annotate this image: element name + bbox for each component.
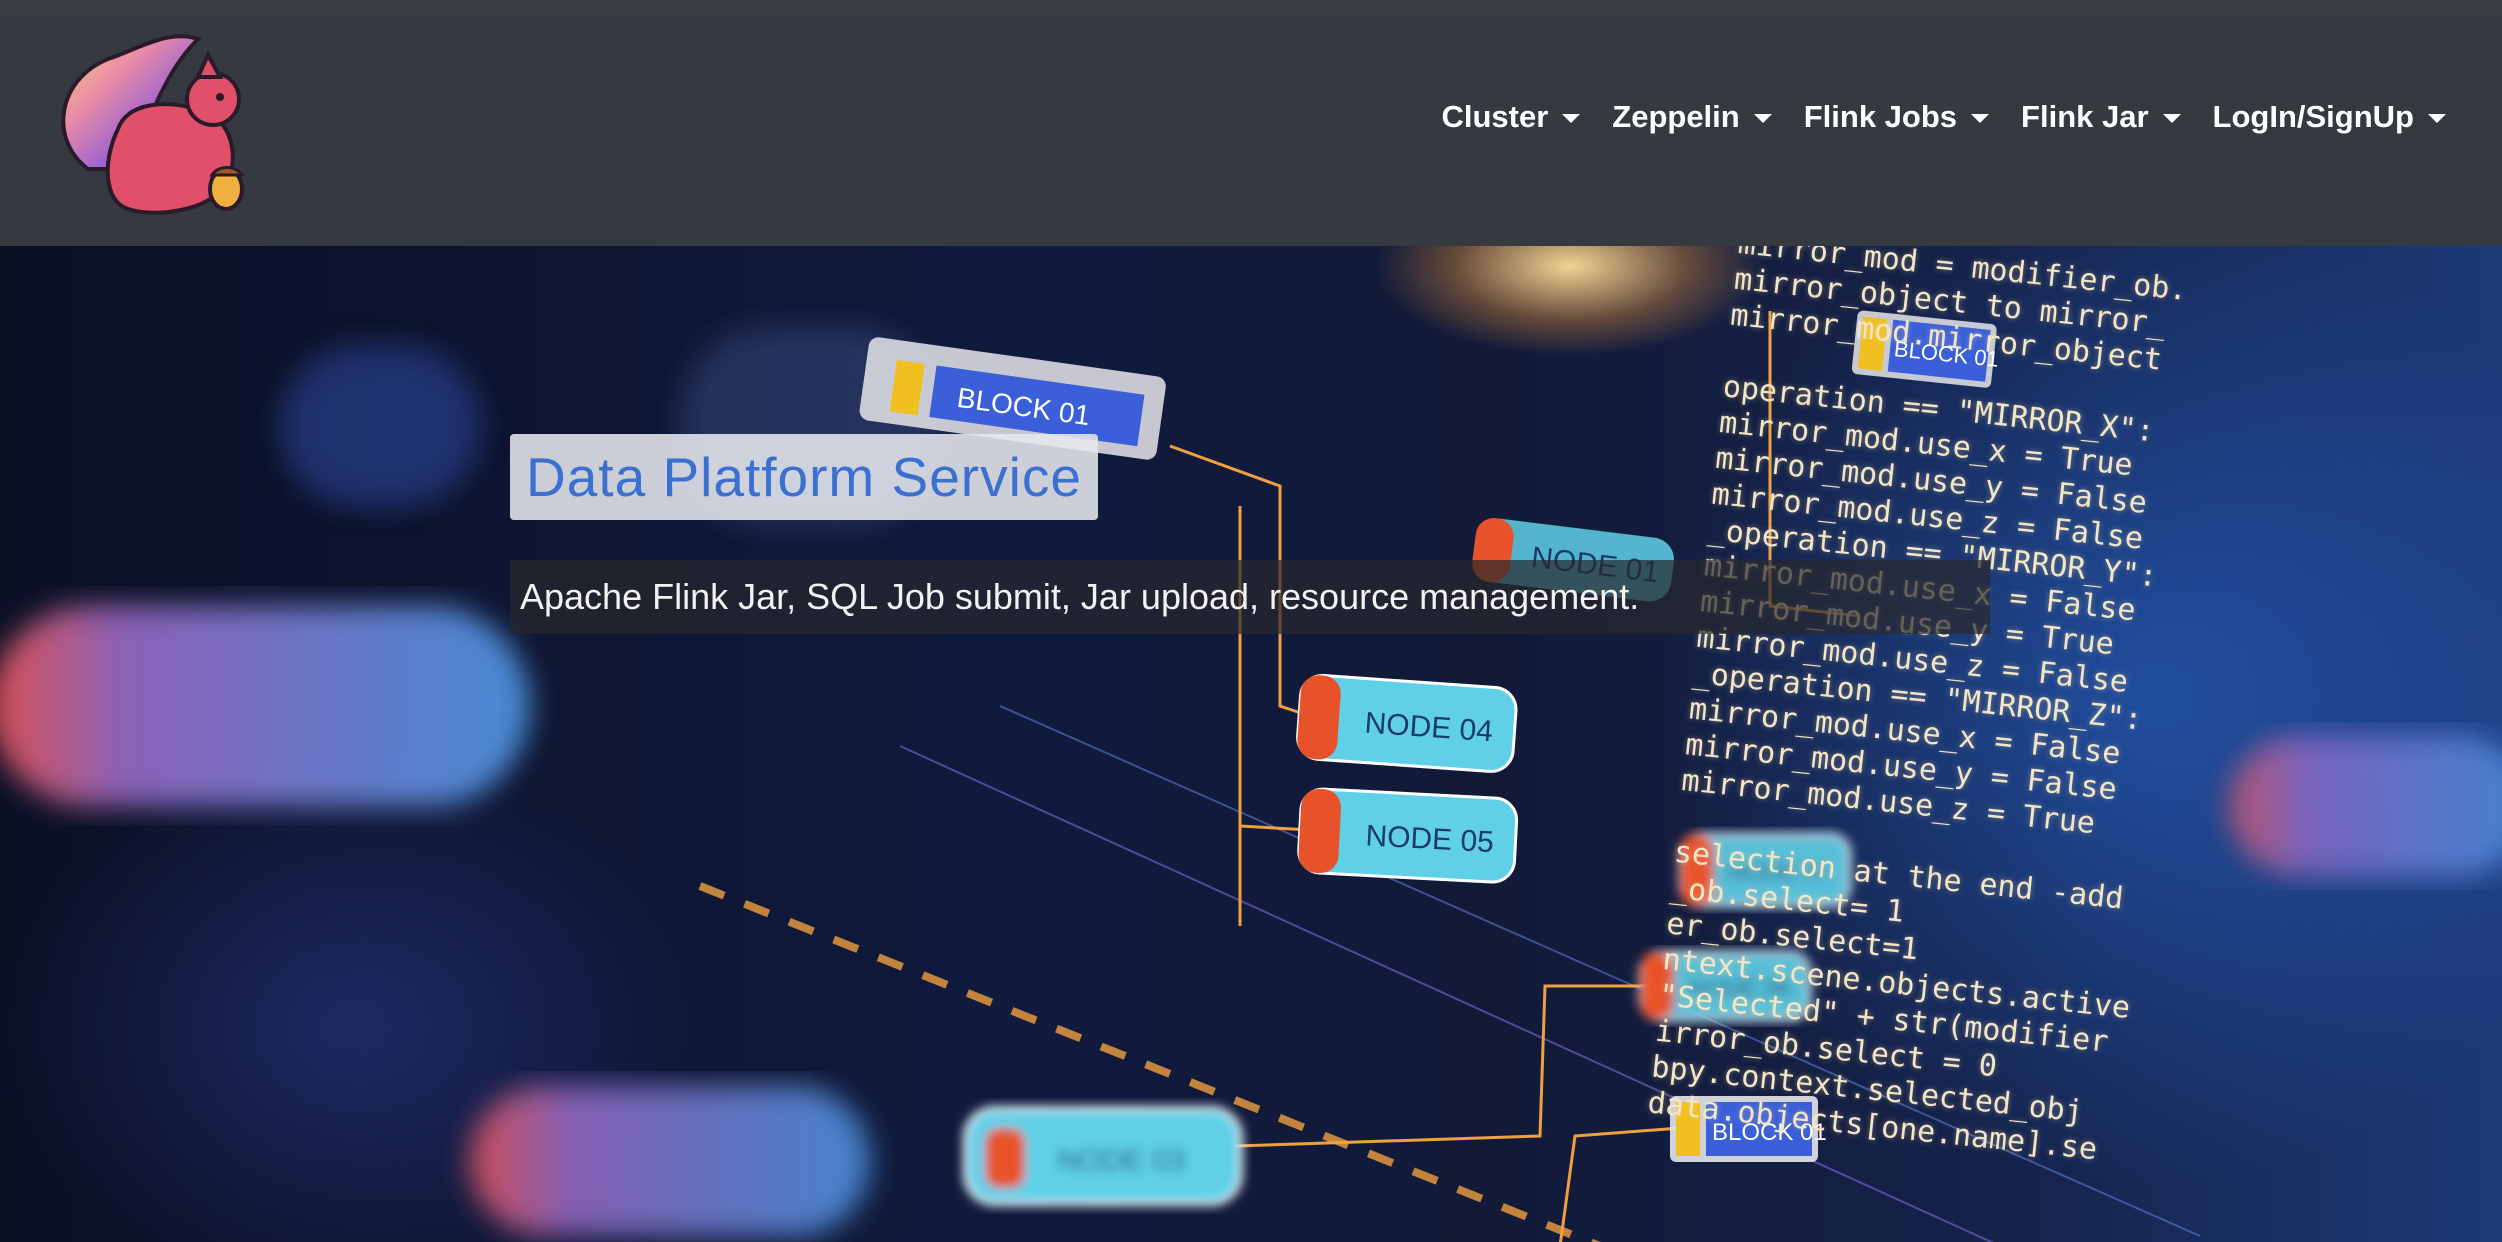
brand-logo[interactable] xyxy=(48,19,258,229)
nav-flink-jobs-label: Flink Jobs xyxy=(1803,99,1958,134)
flink-squirrel-icon xyxy=(61,34,245,215)
blurred-pill-bottom xyxy=(470,1086,870,1236)
nav-flink-jar-label: Flink Jar xyxy=(2021,99,2149,134)
browser-top-strip xyxy=(0,0,2502,18)
svg-text:NODE 05: NODE 05 xyxy=(1365,819,1495,859)
hero-subtitle: Apache Flink Jar, SQL Job submit, Jar up… xyxy=(510,560,1990,634)
nav-cluster-label: Cluster xyxy=(1441,99,1549,134)
hero-banner: BLOCK 01 NODE 01 NODE 04 NODE 05 NODE 03… xyxy=(0,246,2502,1242)
chevron-down-icon xyxy=(1971,113,1990,123)
nav-flink-jobs-dropdown[interactable]: Flink Jobs xyxy=(1788,99,2005,135)
chevron-down-icon xyxy=(2428,113,2446,123)
node-pill-node-03: NODE 03 xyxy=(963,1106,1243,1206)
chevron-down-icon xyxy=(1562,113,1581,123)
nav-login-signup-label: LogIn/SignUp xyxy=(2212,99,2414,134)
nav-flink-jar-dropdown[interactable]: Flink Jar xyxy=(2005,99,2197,135)
chevron-down-icon xyxy=(2162,113,2181,123)
chevron-down-icon xyxy=(1753,113,1772,123)
nav-zeppelin-label: Zeppelin xyxy=(1612,99,1740,134)
node-pill-node-04: NODE 04 xyxy=(1296,673,1518,773)
blurred-pill-left xyxy=(0,606,530,806)
code-snippet-background: mirror_mod = modifier_ob. mirror_object t… xyxy=(1646,246,2207,1170)
node-pill-node-05: NODE 05 xyxy=(1297,787,1519,884)
nav-cluster-dropdown[interactable]: Cluster xyxy=(1425,99,1596,135)
blurred-pill-right xyxy=(2230,736,2502,876)
nav-zeppelin-dropdown[interactable]: Zeppelin xyxy=(1596,99,1787,135)
navbar-menu: Cluster Zeppelin Flink Jobs Flink Jar Lo… xyxy=(1425,99,2462,135)
hero-title: Data Platform Service xyxy=(510,434,1098,520)
nav-login-signup-dropdown[interactable]: LogIn/SignUp xyxy=(2197,99,2462,135)
top-navbar: Cluster Zeppelin Flink Jobs Flink Jar Lo… xyxy=(0,17,2502,246)
svg-text:NODE 03: NODE 03 xyxy=(1057,1144,1185,1177)
